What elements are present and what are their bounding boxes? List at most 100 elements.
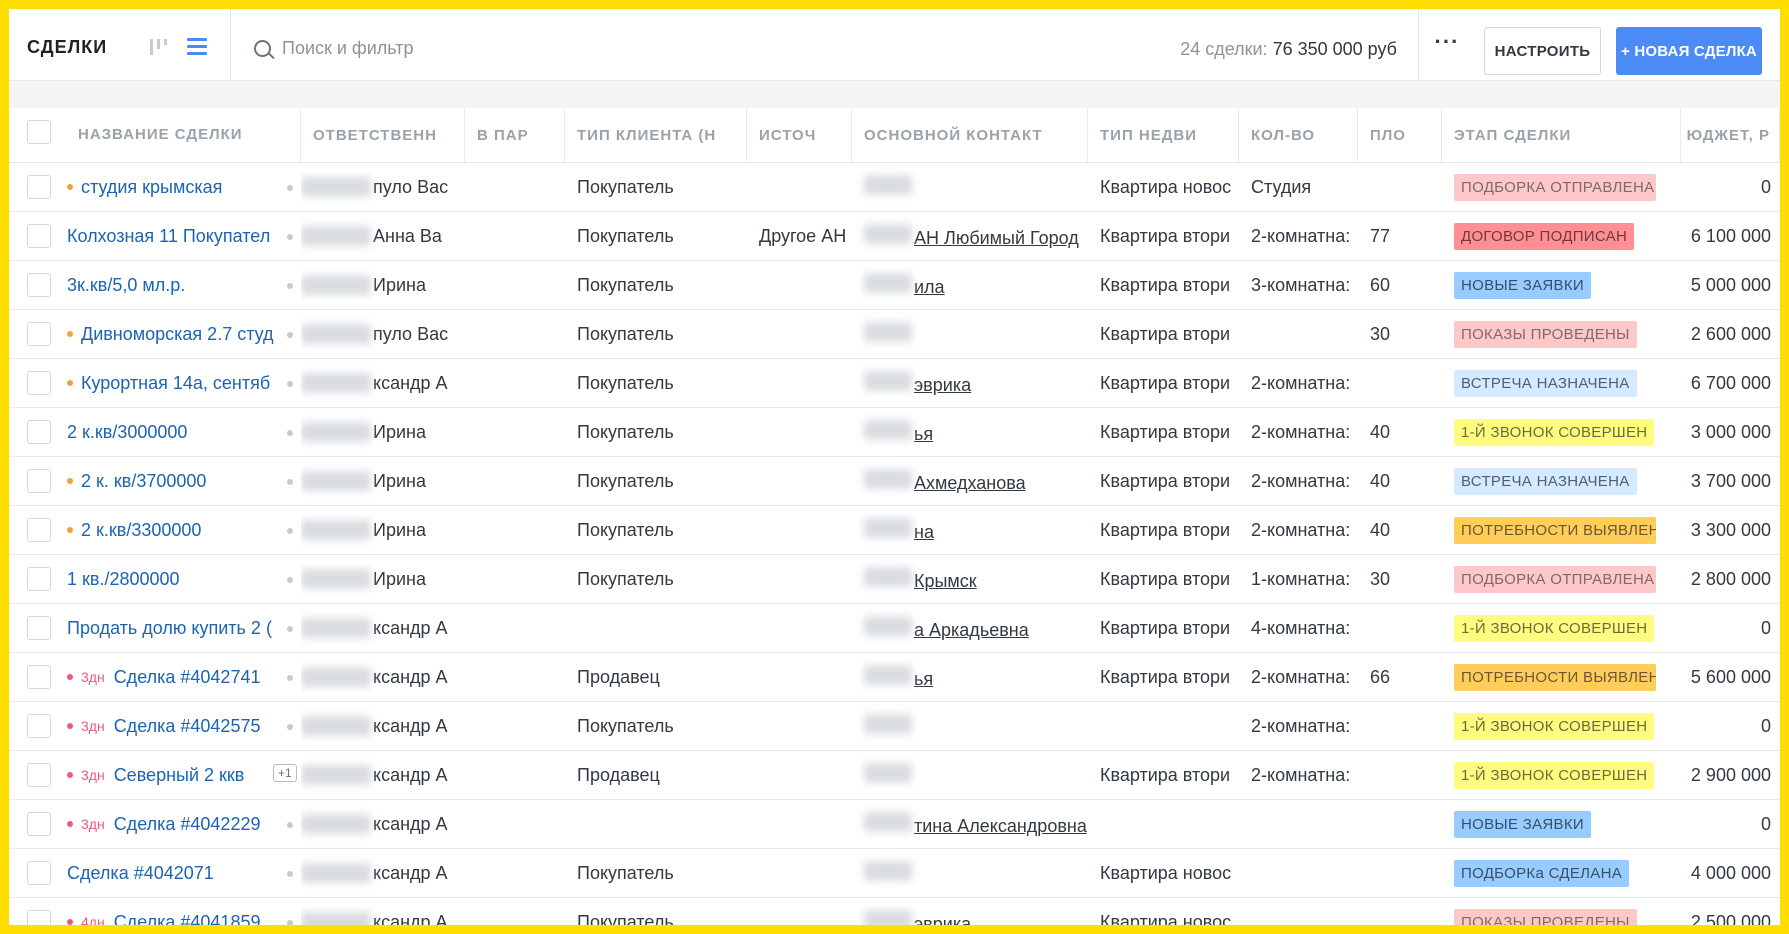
stage-badge[interactable]: ВСТРЕЧА НАЗНАЧЕНА [1454,467,1637,495]
stage-badge[interactable]: 1-Й ЗВОНОК СОВЕРШЕН [1454,418,1655,446]
table-row[interactable]: 2 к.кв/3300000 Ирина Покупатель на Квартира … [9,506,1780,555]
stage-cell[interactable]: 1-Й ЗВОНОК СОВЕРШЕН [1442,751,1681,799]
stage-cell[interactable]: НОВЫЕ ЗАЯВКИ [1442,261,1681,309]
deal-link[interactable]: 3к.кв/5,0 мл.р. [67,275,185,296]
contact-cell[interactable]: эврика [852,359,1088,407]
row-checkbox[interactable] [27,665,51,689]
stage-cell[interactable]: ПОДБОРКА ОТПРАВЛЕНА [1442,555,1681,603]
stage-cell[interactable]: НОВЫЕ ЗАЯВКИ [1442,800,1681,848]
stage-cell[interactable]: ВСТРЕЧА НАЗНАЧЕНА [1442,359,1681,407]
table-row[interactable]: 3дн Сделка #4042741 ксандр А Продавец ья Квар… [9,653,1780,702]
extra-tag-badge[interactable]: +1 [273,764,297,782]
stage-cell[interactable]: ДОГОВОР ПОДПИСАН [1442,212,1681,260]
row-checkbox[interactable] [27,616,51,640]
column-header[interactable]: Этап сделки [1442,108,1681,162]
stage-cell[interactable]: ВСТРЕЧА НАЗНАЧЕНА [1442,457,1681,505]
stage-badge[interactable]: ПОТРЕБНОСТИ ВЫЯВЛЕН [1454,516,1656,544]
stage-badge[interactable]: 1-Й ЗВОНОК СОВЕРШЕН [1454,761,1655,789]
row-checkbox[interactable] [27,175,51,199]
table-row[interactable]: 2 к.кв/3000000 Ирина Покупатель ья Квартира … [9,408,1780,457]
deal-link[interactable]: Курортная 14а, сентяб [81,373,270,394]
column-header[interactable]: Пло [1358,108,1442,162]
table-row[interactable]: 3дн Сделка #4042575 ксандр А Покупатель 2-ко… [9,702,1780,751]
contact-text[interactable]: ья [914,669,933,689]
contact-text[interactable]: Крымск [914,571,977,591]
contact-cell[interactable] [852,751,1088,799]
table-row[interactable]: 2 к. кв/3700000 Ирина Покупатель Ахмедханов… [9,457,1780,506]
stage-badge[interactable]: ПОКАЗЫ ПРОВЕДЕНЫ [1454,908,1637,925]
deal-link[interactable]: Дивноморская 2.7 студ [81,324,274,345]
column-header[interactable]: Тип недви [1088,108,1239,162]
stage-cell[interactable]: ПОДБОРКА ОТПРАВЛЕНА [1442,163,1681,211]
column-header[interactable]: Тип клиента (н [565,108,747,162]
contact-cell[interactable]: эврика [852,898,1088,925]
contact-cell[interactable]: тина Александровна [852,800,1088,848]
configure-button[interactable]: НАСТРОИТЬ [1484,27,1601,75]
column-header[interactable]: Ответственн [301,108,465,162]
contact-text[interactable]: ья [914,424,933,444]
list-view-icon[interactable] [187,38,207,56]
stage-cell[interactable]: 1-Й ЗВОНОК СОВЕРШЕН [1442,604,1681,652]
stage-cell[interactable]: ПОКАЗЫ ПРОВЕДЕНЫ [1442,898,1681,925]
contact-cell[interactable]: ила [852,261,1088,309]
row-checkbox[interactable] [27,322,51,346]
row-checkbox[interactable] [27,910,51,925]
stage-badge[interactable]: ПОТРЕБНОСТИ ВЫЯВЛЕН [1454,663,1656,691]
column-header[interactable]: Название сделки [78,126,243,143]
stage-badge[interactable]: НОВЫЕ ЗАЯВКИ [1454,271,1591,299]
stage-badge[interactable]: ВСТРЕЧА НАЗНАЧЕНА [1454,369,1637,397]
column-header[interactable]: юджет, р [1681,108,1780,162]
contact-text[interactable]: Ахмедханова [914,473,1026,493]
contact-cell[interactable]: АН Любимый Город [852,212,1088,260]
table-row[interactable]: Курортная 14а, сентяб ксандр А Покупатель э… [9,359,1780,408]
table-row[interactable]: 3к.кв/5,0 мл.р. Ирина Покупатель ила Квартир… [9,261,1780,310]
stage-badge[interactable]: 1-Й ЗВОНОК СОВЕРШЕН [1454,712,1655,740]
deal-link[interactable]: Сделка #4042071 [67,863,214,884]
table-row[interactable]: 3дн Северный 2 ккв +1 ксандр А Продавец Кварт… [9,751,1780,800]
stage-cell[interactable]: 1-Й ЗВОНОК СОВЕРШЕН [1442,702,1681,750]
row-checkbox[interactable] [27,518,51,542]
contact-cell[interactable]: на [852,506,1088,554]
deal-link[interactable]: 2 к. кв/3700000 [81,471,206,492]
deal-link[interactable]: 2 к.кв/3300000 [81,520,201,541]
contact-cell[interactable]: Ахмедханова [852,457,1088,505]
search-input[interactable] [282,35,682,61]
contact-cell[interactable] [852,849,1088,897]
deal-link[interactable]: Северный 2 ккв [114,765,245,786]
column-header[interactable]: Основной контакт [852,108,1088,162]
deal-link[interactable]: студия крымская [81,177,222,198]
table-row[interactable]: Дивноморская 2.7 студ пуло Вас Покупатель К… [9,310,1780,359]
row-checkbox[interactable] [27,371,51,395]
deal-link[interactable]: Колхозная 11 Покупател [67,226,270,247]
stage-badge[interactable]: ПОДБОРКА ОТПРАВЛЕНА [1454,565,1656,593]
table-row[interactable]: 4дн Сделка #4041859 ксандр А Покупатель эври… [9,898,1780,925]
contact-cell[interactable] [852,310,1088,358]
row-checkbox[interactable] [27,420,51,444]
row-checkbox[interactable] [27,273,51,297]
table-row[interactable]: 1 кв./2800000 Ирина Покупатель Крымск Кварти… [9,555,1780,604]
contact-text[interactable]: на [914,522,934,542]
row-checkbox[interactable] [27,469,51,493]
stage-cell[interactable]: ПОДБОРКа СДЕЛАНА [1442,849,1681,897]
contact-cell[interactable] [852,163,1088,211]
deal-link[interactable]: Продать долю купить 2 ( [67,618,272,639]
table-row[interactable]: 3дн Сделка #4042229 ксандр А тина Александр… [9,800,1780,849]
contact-text[interactable]: а Аркадьевна [914,620,1029,640]
table-row[interactable]: студия крымская пуло Вас Покупатель Квартир… [9,163,1780,212]
contact-cell[interactable] [852,702,1088,750]
table-row[interactable]: Сделка #4042071 ксандр А Покупатель Квартир… [9,849,1780,898]
contact-cell[interactable]: ья [852,653,1088,701]
column-header[interactable]: Источ [747,108,852,162]
table-row[interactable]: Колхозная 11 Покупател Анна Ва Покупатель Д… [9,212,1780,261]
stage-badge[interactable]: ПОДБОРКа СДЕЛАНА [1454,859,1630,887]
deal-link[interactable]: 1 кв./2800000 [67,569,180,590]
row-checkbox[interactable] [27,224,51,248]
contact-text[interactable]: эврика [914,375,971,395]
stage-cell[interactable]: ПОКАЗЫ ПРОВЕДЕНЫ [1442,310,1681,358]
column-header[interactable]: В пар [465,108,565,162]
table-row[interactable]: Продать долю купить 2 (ксандр А а Аркадье… [9,604,1780,653]
kanban-view-icon[interactable] [148,36,170,58]
contact-cell[interactable]: ья [852,408,1088,456]
deal-link[interactable]: Сделка #4042229 [114,814,261,835]
contact-text[interactable]: эврика [914,914,971,926]
